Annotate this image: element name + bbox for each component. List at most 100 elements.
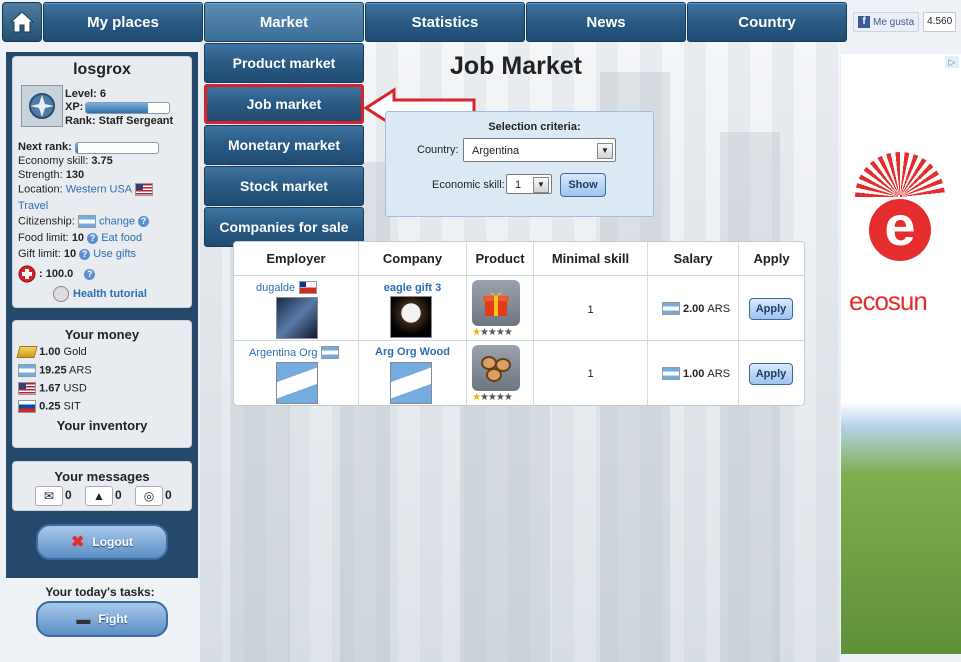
argentina-flag-icon: [77, 215, 96, 228]
job-offers-table: Employer Company Product Minimal skill S…: [233, 241, 805, 406]
logout-icon: ✖: [70, 534, 85, 551]
money-title: Your money: [64, 327, 140, 342]
company-logo[interactable]: [390, 296, 432, 338]
quality-stars: ★★★★★: [472, 392, 513, 403]
show-button[interactable]: Show: [560, 173, 606, 197]
advertisement-banner[interactable]: ▷ e ecosun: [841, 54, 961, 654]
money-row-ars: 19.25 ARS: [18, 364, 92, 377]
strength-row: Strength: 130: [18, 169, 84, 181]
alert-icon[interactable]: ▲: [85, 486, 113, 506]
company-logo[interactable]: [390, 362, 432, 404]
eat-food-link[interactable]: Eat food: [101, 232, 142, 244]
xp-label: XP:: [65, 101, 84, 113]
logout-label: Logout: [92, 535, 134, 549]
messages-panel: Your messages ✉ 0 ▲ 0 ◎ 0: [12, 461, 192, 511]
help-icon[interactable]: ?: [138, 216, 150, 227]
divider: [533, 275, 534, 405]
avatar[interactable]: [21, 85, 63, 127]
economic-skill-select[interactable]: 1 ▼: [506, 174, 552, 194]
sit-currency: SIT: [63, 400, 81, 413]
salary-currency: ARS: [707, 367, 731, 380]
fight-button[interactable]: ▬ Fight: [36, 601, 168, 637]
sun-rays-icon: [855, 152, 945, 197]
ad-logo-letter: e: [869, 198, 931, 261]
divider: [466, 275, 467, 405]
health-icon: [18, 265, 36, 283]
location-row: Location: Western USA: [18, 183, 153, 196]
adchoices-icon[interactable]: ▷: [945, 56, 959, 68]
facebook-like-button[interactable]: f Me gusta: [853, 12, 920, 32]
next-rank-bar-fill: [76, 143, 78, 153]
nav-my-places[interactable]: My places: [43, 2, 203, 42]
help-icon[interactable]: ?: [87, 232, 99, 244]
health-tutorial-link[interactable]: Health tutorial: [73, 288, 147, 300]
inventory-link[interactable]: Your inventory: [13, 418, 191, 433]
xp-bar-fill: [86, 103, 149, 113]
location-link[interactable]: Western USA: [66, 183, 132, 195]
level-label: Level: 6: [65, 88, 106, 100]
divider: [358, 275, 359, 405]
company-link[interactable]: Arg Org Wood: [359, 346, 466, 358]
health-value: : 100.0: [39, 268, 74, 280]
money-row-gold: 1.00 Gold: [16, 346, 87, 359]
argentina-flag-icon: [18, 364, 36, 377]
minimal-skill-value: 1: [587, 368, 594, 380]
travel-link[interactable]: Travel: [18, 200, 48, 212]
menu-product-market[interactable]: Product market: [204, 43, 364, 83]
help-icon[interactable]: ?: [79, 248, 91, 260]
gift-limit-label: Gift limit:: [18, 248, 61, 260]
argentina-flag-icon: [662, 302, 680, 315]
apply-button[interactable]: Apply: [749, 363, 793, 385]
nav-country[interactable]: Country: [687, 2, 847, 42]
food-limit-row: Food limit: 10 ? Eat food: [18, 232, 142, 244]
username: losgrox: [73, 61, 131, 78]
profile-panel: losgrox Level: 6 XP: Rank: Staff Sergean…: [12, 56, 192, 308]
gift-product-icon: [472, 280, 520, 326]
home-button[interactable]: [2, 2, 42, 42]
apply-button[interactable]: Apply: [749, 298, 793, 320]
header-salary: Salary: [648, 242, 739, 275]
divider: [234, 340, 804, 341]
money-row-usd: 1.67 USD: [18, 382, 87, 395]
employer-link[interactable]: dugalde: [256, 282, 295, 294]
employer-cell: dugalde: [256, 281, 318, 294]
divider: [234, 275, 804, 276]
economic-skill-label: Economic skill:: [432, 179, 505, 191]
citizenship-change-link[interactable]: change: [99, 215, 135, 227]
employer-avatar[interactable]: [276, 362, 318, 404]
menu-job-market[interactable]: Job market: [204, 84, 364, 124]
citizenship-label: Citizenship:: [18, 215, 75, 228]
nav-news[interactable]: News: [526, 2, 686, 42]
nav-statistics[interactable]: Statistics: [365, 2, 525, 42]
chevron-down-icon: ▼: [597, 143, 613, 159]
help-icon[interactable]: ?: [84, 268, 96, 280]
rank-label: Rank: Staff Sergeant: [65, 115, 174, 127]
fight-label: Fight: [98, 612, 128, 626]
employer-avatar[interactable]: [276, 297, 318, 339]
food-limit-label: Food limit:: [18, 232, 69, 244]
ad-brand: ecosun: [849, 286, 928, 316]
mail-icon[interactable]: ✉: [35, 486, 63, 506]
alert-count: 0: [115, 488, 122, 502]
feed-count: 0: [165, 488, 172, 502]
country-select[interactable]: Argentina ▼: [463, 138, 616, 162]
feed-icon[interactable]: ◎: [135, 486, 163, 506]
globe-icon: [53, 286, 69, 302]
nav-market[interactable]: Market: [204, 2, 364, 42]
menu-stock-market[interactable]: Stock market: [204, 166, 364, 206]
country-select-value: Argentina: [472, 145, 520, 157]
location-label: Location:: [18, 183, 63, 196]
wood-product-icon: [472, 345, 520, 391]
mail-count: 0: [65, 488, 72, 502]
menu-monetary-market[interactable]: Monetary market: [204, 125, 364, 165]
facebook-like-widget: f Me gusta 4.560: [853, 12, 957, 32]
logout-button[interactable]: ✖ Logout: [36, 524, 168, 560]
gold-currency: Gold: [63, 346, 87, 358]
employer-link[interactable]: Argentina Org: [249, 347, 317, 359]
use-gifts-link[interactable]: Use gifts: [93, 248, 136, 260]
messages-title: Your messages: [54, 469, 150, 484]
quality-stars: ★★★★★: [472, 327, 513, 338]
company-link[interactable]: eagle gift 3: [359, 282, 466, 294]
economic-skill-value: 1: [515, 179, 522, 191]
usa-flag-icon: [134, 183, 153, 196]
